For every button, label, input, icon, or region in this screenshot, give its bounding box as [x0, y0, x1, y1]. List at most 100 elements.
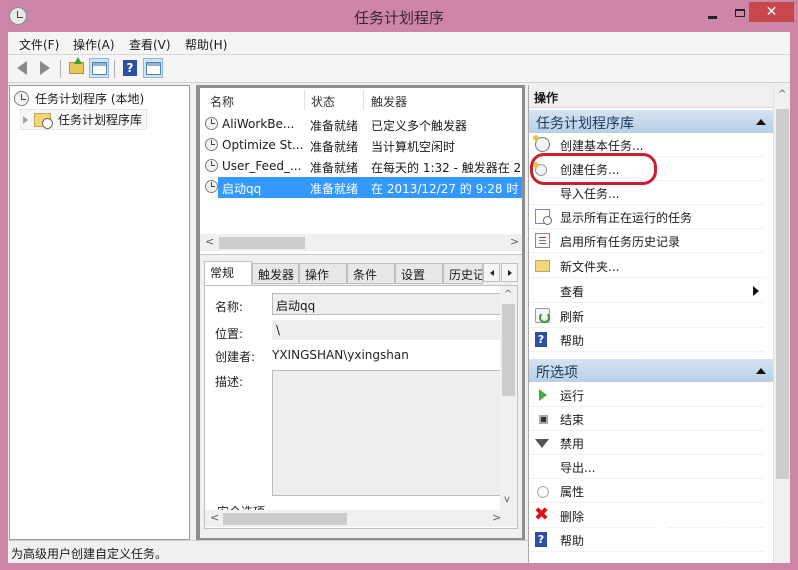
author-value: YXINGSHAN\yxingshan	[272, 348, 409, 362]
collapse-icon[interactable]	[756, 368, 766, 374]
menu-help[interactable]: 帮助(H)	[185, 36, 227, 53]
title-bar[interactable]: 任务计划程序 ✕	[0, 0, 798, 32]
show-hide-console-tree-button[interactable]	[89, 58, 109, 78]
action-disable[interactable]: 禁用	[529, 431, 765, 455]
column-header-name[interactable]: 名称	[210, 93, 234, 110]
description-label: 描述:	[215, 375, 244, 389]
action-end[interactable]: 结束	[529, 407, 765, 431]
action-new-folder[interactable]: 新文件夹...	[529, 254, 765, 278]
help-icon: ?	[535, 332, 547, 347]
details-vscrollbar[interactable]: ^ v	[500, 286, 517, 510]
help-button[interactable]: ?	[120, 58, 140, 78]
action-create-task[interactable]: 创建任务...	[529, 157, 765, 181]
details-hscrollbar[interactable]: < >	[205, 510, 517, 527]
column-header-status[interactable]: 状态	[311, 93, 335, 110]
task-list: 名称 状态 触发器 AliWorkBe... 准备就绪 已定义多个触发器 Opt…	[200, 88, 522, 255]
author-label: 创建者:	[215, 350, 256, 364]
tab-scroll-right-button[interactable]	[501, 263, 518, 282]
minimize-button[interactable]	[700, 2, 724, 24]
scroll-thumb[interactable]	[219, 237, 305, 249]
watermark-text: 系统之家	[650, 524, 734, 548]
tree-root-item[interactable]: 任务计划程序 (本地)	[14, 90, 144, 107]
help-icon: ?	[123, 60, 137, 76]
scroll-thumb[interactable]	[776, 109, 789, 479]
clock-icon	[14, 91, 29, 106]
scroll-right-icon[interactable]: >	[492, 511, 501, 524]
close-button[interactable]: ✕	[749, 2, 794, 22]
actions-pane-title: 操作	[529, 85, 773, 108]
tab-triggers[interactable]: 触发器	[252, 263, 299, 284]
task-row[interactable]: Optimize St... 准备就绪 当计算机空闲时	[200, 135, 522, 156]
action-label: 启用所有任务历史记录	[560, 235, 681, 249]
center-pane: 名称 状态 触发器 AliWorkBe... 准备就绪 已定义多个触发器 Opt…	[196, 85, 525, 541]
properties-icon	[537, 486, 549, 498]
tab-settings[interactable]: 设置	[395, 263, 443, 284]
task-status: 准备就绪	[310, 161, 359, 175]
task-row[interactable]: User_Feed_... 准备就绪 在每天的 1:32 - 触发器在 20	[200, 156, 522, 177]
toolbar-separator	[60, 60, 61, 78]
tab-history[interactable]: 历史记	[443, 263, 483, 284]
create-basic-task-icon	[533, 135, 550, 152]
status-text: 为高级用户创建自定义任务。	[11, 547, 168, 561]
section-title: 任务计划程序库	[536, 116, 634, 132]
action-run[interactable]: 运行	[529, 383, 765, 407]
back-button[interactable]	[12, 58, 32, 78]
scroll-left-icon[interactable]: <	[210, 511, 219, 524]
action-view[interactable]: 查看	[529, 279, 765, 303]
tab-actions[interactable]: 操作	[299, 263, 347, 284]
tree-item-task-library[interactable]: 任务计划程序库	[20, 109, 148, 130]
name-value: 启动qq	[276, 299, 316, 313]
action-enable-history[interactable]: 启用所有任务历史记录	[529, 229, 765, 253]
description-field[interactable]	[272, 370, 505, 496]
menu-file[interactable]: 文件(F)	[19, 36, 59, 53]
column-divider[interactable]	[304, 90, 305, 110]
section-header-task-library[interactable]: 任务计划程序库	[529, 110, 773, 133]
column-divider[interactable]	[363, 90, 364, 110]
action-label: 结束	[560, 413, 585, 427]
task-row-selected[interactable]: 启动qq 准备就绪 在 2013/12/27 的 9:28 时	[200, 177, 522, 198]
section-title: 所选项	[536, 365, 578, 381]
scroll-down-icon[interactable]: v	[504, 494, 510, 505]
collapse-icon[interactable]	[756, 119, 766, 125]
task-list-hscrollbar[interactable]: < >	[200, 234, 522, 251]
action-properties[interactable]: 属性	[529, 479, 765, 503]
actions-vscrollbar[interactable]: ^	[773, 85, 790, 563]
menu-action[interactable]: 操作(A)	[73, 36, 115, 53]
task-row[interactable]: AliWorkBe... 准备就绪 已定义多个触发器	[200, 114, 522, 135]
action-export[interactable]: 导出...	[529, 455, 765, 479]
show-hide-action-pane-button[interactable]	[143, 58, 163, 78]
expand-icon[interactable]	[23, 115, 28, 124]
up-folder-button[interactable]	[66, 57, 86, 78]
action-help[interactable]: ? 帮助	[529, 328, 765, 352]
action-display-running-tasks[interactable]: 显示所有正在运行的任务	[529, 205, 765, 229]
action-refresh[interactable]: 刷新	[529, 304, 765, 328]
scroll-up-icon[interactable]: ^	[778, 89, 786, 100]
submenu-arrow-icon	[753, 286, 759, 296]
task-list-header: 名称 状态 触发器	[200, 88, 522, 112]
action-import-task[interactable]: 导入任务...	[529, 181, 765, 205]
tab-scroll-left-button[interactable]	[483, 263, 500, 282]
menu-view[interactable]: 查看(V)	[129, 36, 171, 53]
scroll-thumb[interactable]	[223, 513, 347, 525]
action-create-basic-task[interactable]: 创建基本任务...	[529, 133, 765, 157]
scroll-right-icon[interactable]: >	[510, 235, 519, 248]
task-clock-icon	[205, 138, 218, 151]
action-label: 导入任务...	[560, 187, 620, 201]
column-header-trigger[interactable]: 触发器	[371, 93, 407, 110]
forward-button[interactable]	[35, 58, 55, 78]
task-name: 启动qq	[222, 182, 262, 196]
scroll-thumb[interactable]	[502, 304, 515, 396]
task-name: User_Feed_...	[222, 159, 302, 173]
action-label: 创建基本任务...	[560, 139, 644, 153]
scroll-left-icon[interactable]: <	[205, 235, 214, 248]
tab-general[interactable]: 常规	[204, 261, 252, 285]
section-header-selected-item[interactable]: 所选项	[529, 359, 773, 382]
task-trigger: 在 2013/12/27 的 9:28 时	[371, 182, 519, 196]
task-status: 准备就绪	[310, 182, 359, 196]
location-value: \	[276, 323, 281, 337]
scroll-up-icon[interactable]: ^	[504, 289, 512, 300]
name-field[interactable]: 启动qq	[272, 293, 505, 315]
tab-scroll-right-icon	[507, 269, 512, 276]
tab-conditions[interactable]: 条件	[347, 263, 395, 284]
watermark: 系统之家 XITONGZHIJIA.NET	[650, 520, 790, 560]
